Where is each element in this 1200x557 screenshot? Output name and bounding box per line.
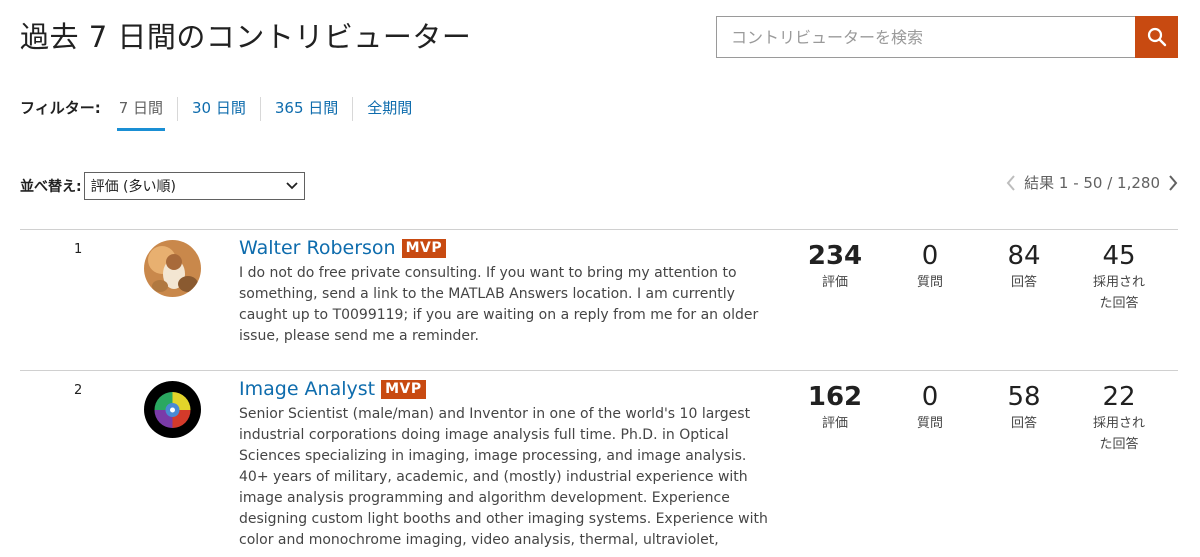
pagination: 結果 1 - 50 / 1,280 <box>1006 172 1178 193</box>
avatar[interactable] <box>144 381 201 438</box>
accepted-stat: 22 採用された回答 <box>1090 381 1148 455</box>
contributor-bio: Senior Scientist (male/man) and Inventor… <box>239 406 768 548</box>
sort-row: 並べ替え: 評価 (多い順) <box>20 172 305 200</box>
page-title: 過去 7 日間のコントリビューター <box>20 20 472 54</box>
previous-page-button[interactable] <box>1006 174 1016 191</box>
questions-stat: 0 質問 <box>905 381 955 434</box>
chevron-right-icon <box>1169 174 1178 191</box>
filter-tab-365-days[interactable]: 365 日間 <box>273 97 340 131</box>
rank-number: 1 <box>74 242 83 257</box>
search-input[interactable] <box>716 16 1135 58</box>
avatar[interactable] <box>144 240 201 297</box>
filter-tab-7-days[interactable]: 7 日間 <box>116 97 166 131</box>
reputation-value: 162 <box>807 382 863 412</box>
accepted-label: 採用された回答 <box>1092 275 1145 311</box>
reputation-value: 234 <box>807 241 863 271</box>
contributor-name-link[interactable]: Walter Roberson <box>239 237 396 259</box>
reputation-stat: 162 評価 <box>800 381 870 434</box>
accepted-value: 45 <box>1102 241 1136 271</box>
mvp-badge: MVP <box>401 238 447 258</box>
name-line: Walter Roberson MVP <box>239 237 447 259</box>
questions-stat: 0 質問 <box>905 240 955 293</box>
next-page-button[interactable] <box>1168 174 1178 191</box>
answers-stat: 84 回答 <box>994 240 1054 293</box>
answers-value: 84 <box>1007 241 1041 271</box>
reputation-label: 評価 <box>821 275 848 290</box>
contributor-bio: I do not do free private consulting. If … <box>239 265 759 344</box>
answers-label: 回答 <box>1010 275 1037 290</box>
filter-bar: フィルター: 7 日間 30 日間 365 日間 全期間 <box>20 97 414 131</box>
filter-tab-all-time[interactable]: 全期間 <box>365 97 414 131</box>
search-button[interactable] <box>1135 16 1178 58</box>
tab-divider <box>177 97 179 121</box>
questions-label: 質問 <box>916 416 943 431</box>
contributor-row: 1 Walter Roberson MVP I do not do free p… <box>20 229 1178 370</box>
chevron-down-icon <box>285 182 298 190</box>
questions-value: 0 <box>921 241 939 271</box>
accepted-value: 22 <box>1102 382 1136 412</box>
sort-select[interactable]: 評価 (多い順) <box>83 172 305 200</box>
questions-label: 質問 <box>916 275 943 290</box>
sort-label: 並べ替え: <box>20 179 82 195</box>
contributor-list: 1 Walter Roberson MVP I do not do free p… <box>20 229 1178 557</box>
contributor-row: 2 Image Analyst MVP Senior Scientist (ma… <box>20 370 1178 557</box>
results-count: 結果 1 - 50 / 1,280 <box>1024 174 1160 192</box>
sort-selected-value: 評価 (多い順) <box>90 179 176 195</box>
filter-tabs: 7 日間 30 日間 365 日間 全期間 <box>116 97 415 131</box>
search-icon <box>1147 27 1166 47</box>
filter-label: フィルター: <box>20 99 101 117</box>
rank-number: 2 <box>74 383 83 398</box>
questions-value: 0 <box>921 382 939 412</box>
answers-stat: 58 回答 <box>994 381 1054 434</box>
accepted-stat: 45 採用された回答 <box>1090 240 1148 314</box>
tab-divider <box>352 97 354 121</box>
answers-value: 58 <box>1007 382 1041 412</box>
reputation-stat: 234 評価 <box>800 240 870 293</box>
answers-label: 回答 <box>1010 416 1037 431</box>
contributor-name-link[interactable]: Image Analyst <box>239 378 375 400</box>
tab-divider <box>259 97 261 121</box>
name-line: Image Analyst MVP <box>239 378 426 400</box>
chevron-left-icon <box>1006 174 1015 191</box>
mvp-badge: MVP <box>381 379 426 399</box>
accepted-label: 採用された回答 <box>1092 416 1145 452</box>
search-box <box>716 16 1178 58</box>
filter-tab-30-days[interactable]: 30 日間 <box>190 97 248 131</box>
reputation-label: 評価 <box>821 416 848 431</box>
